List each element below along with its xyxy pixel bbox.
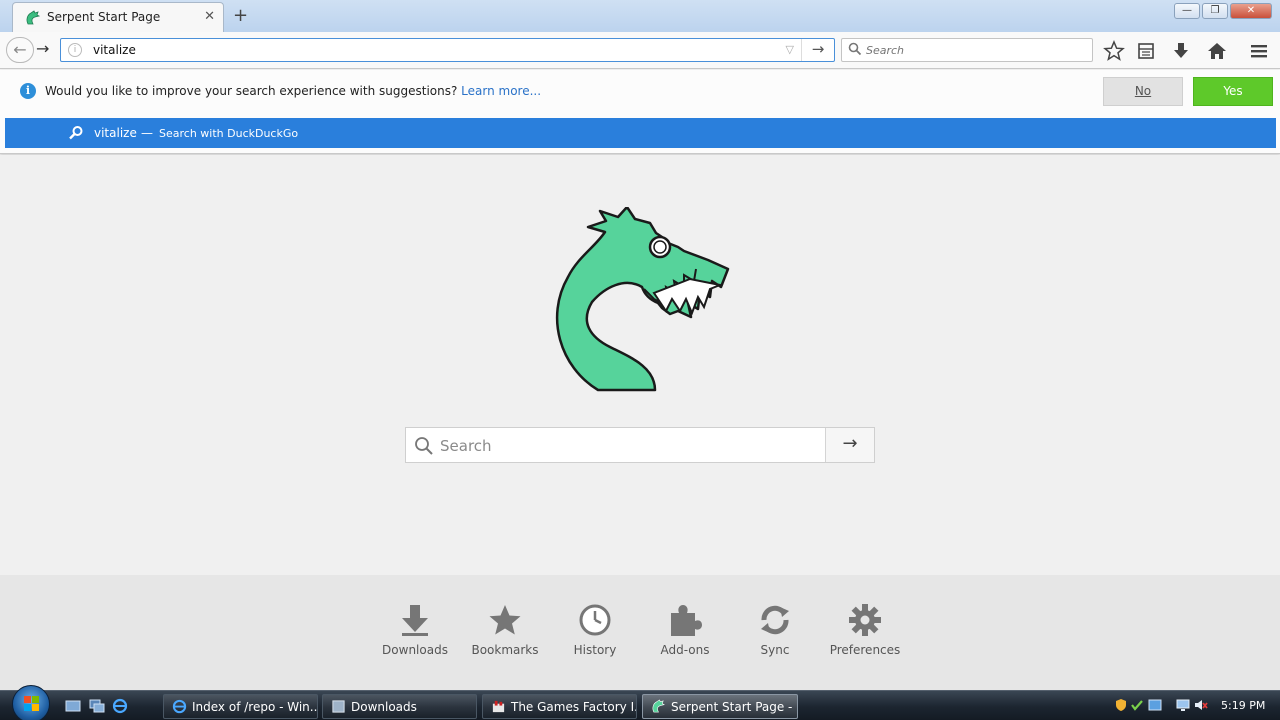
new-tab-button[interactable]: + <box>233 5 248 26</box>
serpent-icon <box>652 699 665 713</box>
accept-suggestions-button[interactable]: Yes <box>1193 77 1273 106</box>
task-label: Index of /repo - Win... <box>192 700 318 714</box>
minimize-button[interactable]: — <box>1174 3 1200 19</box>
launcher-bar: Downloads Bookmarks History Add-ons Sync <box>0 575 1280 690</box>
start-page-search-go-button[interactable]: → <box>825 428 874 462</box>
library-icon[interactable] <box>1135 40 1157 62</box>
serpent-logo-icon <box>555 207 730 392</box>
task-label: The Games Factory I... <box>511 700 637 714</box>
clock-icon <box>579 604 611 636</box>
toolbar-search-input[interactable] <box>866 42 1086 58</box>
menu-icon[interactable] <box>1248 40 1270 62</box>
launcher-downloads[interactable]: Downloads <box>370 603 460 657</box>
network-check-icon[interactable] <box>1130 698 1144 712</box>
windows-logo-icon <box>24 696 39 711</box>
toolbar-search-box[interactable] <box>841 38 1093 62</box>
task-games-factory[interactable]: The Games Factory I... <box>482 694 637 719</box>
launcher-bookmarks[interactable]: Bookmarks <box>460 603 550 657</box>
url-go-button[interactable]: → <box>801 39 834 61</box>
start-page-content: → <box>0 155 1280 575</box>
back-button[interactable]: ← <box>6 37 34 63</box>
site-info-icon[interactable]: i <box>68 43 82 57</box>
windows-taskbar: Index of /repo - Win... Downloads The Ga… <box>0 685 1280 720</box>
search-icon <box>69 126 83 140</box>
ie-quicklaunch-icon[interactable] <box>112 698 128 714</box>
suggestion-engine-text: Search with DuckDuckGo <box>159 127 299 140</box>
suggestion-separator: — <box>141 126 153 140</box>
tab-serpent-start-page[interactable]: Serpent Start Page ✕ <box>12 2 224 32</box>
launcher-sync[interactable]: Sync <box>730 603 820 657</box>
maximize-button[interactable]: ❐ <box>1202 3 1228 19</box>
tray-app-icon[interactable] <box>1148 698 1162 712</box>
folder-icon <box>332 700 345 713</box>
launcher-preferences[interactable]: Preferences <box>820 603 910 657</box>
decline-suggestions-button[interactable]: No <box>1103 77 1183 106</box>
suggestions-prompt: Would you like to improve your search ex… <box>45 84 541 98</box>
star-icon <box>489 605 521 635</box>
show-desktop-icon[interactable] <box>65 698 81 714</box>
info-icon: i <box>20 83 36 99</box>
navigation-toolbar: ← → i ▽ → <box>0 32 1280 69</box>
url-dropdown-icon[interactable]: ▽ <box>786 43 794 56</box>
tab-close-icon[interactable]: ✕ <box>204 9 215 24</box>
home-icon[interactable] <box>1206 40 1228 62</box>
security-shield-icon[interactable] <box>1114 698 1128 712</box>
start-page-search-box[interactable]: → <box>405 427 875 463</box>
launcher-label: Sync <box>760 643 790 657</box>
monitor-icon[interactable] <box>1176 698 1190 712</box>
taskbar-clock[interactable]: 5:19 PM <box>1221 699 1265 712</box>
launcher-label: Downloads <box>382 643 448 657</box>
close-window-button[interactable]: ✕ <box>1230 3 1272 19</box>
search-icon <box>848 42 862 56</box>
tab-title: Serpent Start Page <box>47 10 161 24</box>
puzzle-icon <box>671 605 702 636</box>
download-arrow-icon <box>402 605 428 636</box>
task-downloads-folder[interactable]: Downloads <box>322 694 477 719</box>
task-label: Downloads <box>351 700 417 714</box>
tab-strip: Serpent Start Page ✕ + — ❐ ✕ <box>0 0 1280 32</box>
launcher-label: History <box>573 643 617 657</box>
downloads-arrow-icon[interactable] <box>1170 40 1192 62</box>
launcher-label: Preferences <box>829 643 901 657</box>
start-button[interactable] <box>12 685 50 720</box>
start-page-search-input[interactable] <box>440 437 820 455</box>
ie-icon <box>172 699 187 714</box>
volume-muted-icon[interactable] <box>1194 698 1208 712</box>
launcher-label: Bookmarks <box>471 643 539 657</box>
search-icon <box>415 437 433 455</box>
task-serpent-start-page[interactable]: Serpent Start Page - ... <box>642 694 798 719</box>
sync-icon <box>761 605 789 635</box>
games-factory-icon <box>492 700 505 713</box>
forward-button[interactable]: → <box>36 39 49 58</box>
launcher-history[interactable]: History <box>550 603 640 657</box>
task-index-of-repo[interactable]: Index of /repo - Win... <box>163 694 318 719</box>
gear-icon <box>849 604 881 636</box>
suggestions-question-text: Would you like to improve your search ex… <box>45 84 458 98</box>
launcher-label: Add-ons <box>660 643 710 657</box>
url-input[interactable] <box>93 42 773 58</box>
suggestion-term: vitalize <box>94 126 137 140</box>
bookmark-star-icon[interactable] <box>1103 40 1125 62</box>
url-bar[interactable]: i ▽ → <box>60 38 835 62</box>
learn-more-link[interactable]: Learn more... <box>461 84 541 98</box>
search-suggestions-popup: i Would you like to improve your search … <box>0 70 1280 154</box>
switch-windows-icon[interactable] <box>89 698 105 714</box>
serpent-favicon-icon <box>26 10 41 25</box>
task-label: Serpent Start Page - ... <box>671 700 798 714</box>
window-controls: — ❐ ✕ <box>1174 3 1272 19</box>
launcher-addons[interactable]: Add-ons <box>640 603 730 657</box>
search-suggestion-row[interactable]: vitalize — Search with DuckDuckGo <box>5 118 1276 148</box>
